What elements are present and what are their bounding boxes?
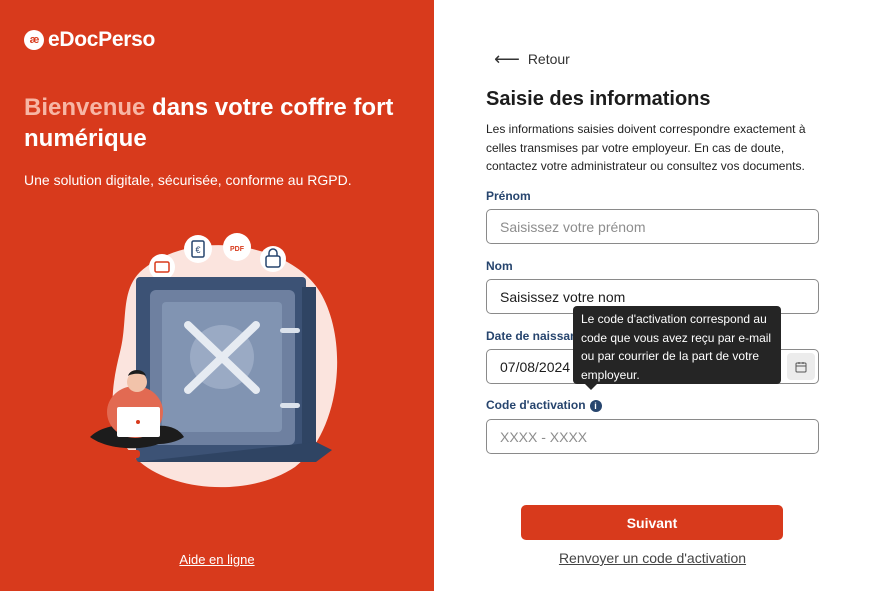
help-link[interactable]: Aide en ligne	[0, 552, 434, 567]
page-title: Saisie des informations	[486, 88, 711, 110]
arrow-left-icon: ⟵	[494, 49, 520, 69]
activation-label-text: Code d'activation	[486, 398, 586, 412]
welcome-panel: æ eDocPerso Bienvenue dans votre coffre …	[0, 0, 434, 591]
logo-mark-icon: æ	[24, 30, 44, 50]
activation-tooltip: Le code d'activation correspond au code …	[573, 306, 781, 390]
info-icon[interactable]: i	[589, 399, 602, 412]
euro-doc-badge-icon: €	[184, 235, 212, 263]
firstname-field[interactable]: Saisissez votre prénom	[486, 209, 819, 244]
back-button[interactable]: ⟵ Retour	[494, 50, 570, 68]
birthdate-value: 07/08/2024	[500, 358, 571, 375]
activation-code-field[interactable]: XXXX - XXXX	[486, 419, 819, 454]
calendar-icon	[795, 361, 807, 372]
hero-subtitle: Une solution digitale, sécurisée, confor…	[24, 172, 352, 188]
brand-name: eDocPerso	[48, 28, 156, 51]
resend-code-link[interactable]: Renvoyer un code d'activation	[486, 550, 819, 566]
intro-text: Les informations saisies doivent corresp…	[486, 122, 806, 173]
svg-text:€: €	[195, 245, 200, 255]
activation-label: Code d'activation i	[486, 398, 602, 412]
safe-illustration: € PDF	[90, 233, 338, 488]
firstname-label: Prénom	[486, 189, 531, 203]
lastname-label: Nom	[486, 259, 513, 273]
svg-text:PDF: PDF	[230, 246, 245, 253]
calendar-button[interactable]	[787, 353, 815, 380]
hero-title: Bienvenue dans votre coffre fort numériq…	[24, 92, 404, 154]
next-button[interactable]: Suivant	[521, 505, 783, 540]
pdf-badge-icon: PDF	[223, 233, 251, 261]
hero-title-accent: Bienvenue	[24, 94, 146, 121]
folder-badge-icon	[149, 254, 175, 280]
back-label: Retour	[527, 51, 570, 67]
brand-logo: æ eDocPerso	[24, 28, 155, 52]
lock-bag-badge-icon	[260, 246, 286, 272]
